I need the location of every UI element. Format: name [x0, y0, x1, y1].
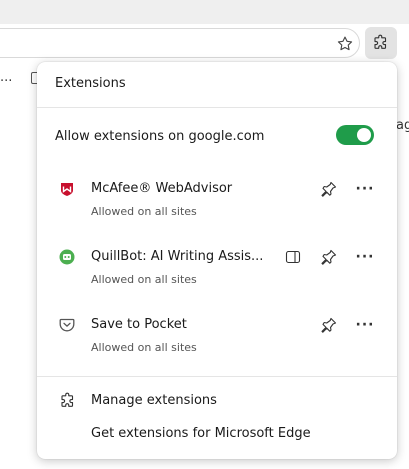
pin-icon	[321, 249, 337, 265]
extension-status: Allowed on all sites	[91, 273, 197, 286]
extension-name: QuillBot: AI Writing Assis...	[91, 249, 264, 264]
side-panel-button[interactable]	[282, 246, 304, 268]
mcafee-icon	[61, 183, 73, 196]
page-partial-text: ag	[396, 118, 409, 133]
bookmarks-overflow[interactable]: ...	[0, 70, 12, 85]
more-options-button[interactable]: ···	[354, 314, 376, 336]
favorite-star-button[interactable]	[334, 33, 356, 55]
more-options-button[interactable]: ···	[354, 246, 376, 268]
extensions-button[interactable]	[365, 27, 397, 59]
address-bar[interactable]	[0, 28, 360, 58]
puzzle-icon	[374, 34, 387, 49]
title-bar-strip	[0, 0, 409, 24]
pin-button[interactable]	[318, 178, 340, 200]
extension-item-mcafee[interactable]: McAfee® WebAdvisor Allowed on all sites …	[37, 178, 397, 228]
pocket-icon	[59, 318, 75, 332]
pin-button[interactable]	[318, 314, 340, 336]
allow-extensions-toggle[interactable]	[336, 125, 374, 145]
divider	[37, 376, 397, 377]
extension-item-quillbot[interactable]: QuillBot: AI Writing Assis... Allowed on…	[37, 246, 397, 296]
more-icon: ···	[355, 181, 375, 197]
extension-status: Allowed on all sites	[91, 341, 197, 354]
pin-icon	[321, 317, 337, 333]
extensions-panel: Extensions Allow extensions on google.co…	[37, 62, 397, 459]
manage-extensions-link[interactable]: Manage extensions	[37, 390, 397, 414]
puzzle-icon	[61, 392, 74, 407]
extension-name: Save to Pocket	[91, 317, 187, 332]
side-panel-icon	[285, 250, 301, 264]
more-icon: ···	[355, 249, 375, 265]
more-options-button[interactable]: ···	[354, 178, 376, 200]
get-extensions-label: Get extensions for Microsoft Edge	[91, 426, 311, 441]
pin-button[interactable]	[318, 246, 340, 268]
divider	[37, 107, 397, 108]
extension-name: McAfee® WebAdvisor	[91, 181, 233, 196]
more-icon: ···	[355, 317, 375, 333]
quillbot-icon	[59, 249, 75, 265]
panel-title: Extensions	[55, 76, 126, 91]
extension-status: Allowed on all sites	[91, 205, 197, 218]
pin-icon	[321, 181, 337, 197]
allow-extensions-label: Allow extensions on google.com	[55, 129, 265, 144]
get-extensions-link[interactable]: Get extensions for Microsoft Edge	[37, 423, 397, 447]
extension-item-pocket[interactable]: Save to Pocket Allowed on all sites ···	[37, 314, 397, 364]
toggle-knob	[357, 128, 371, 142]
star-icon	[337, 36, 353, 51]
manage-extensions-label: Manage extensions	[91, 393, 217, 408]
browser-toolbar	[0, 24, 409, 64]
